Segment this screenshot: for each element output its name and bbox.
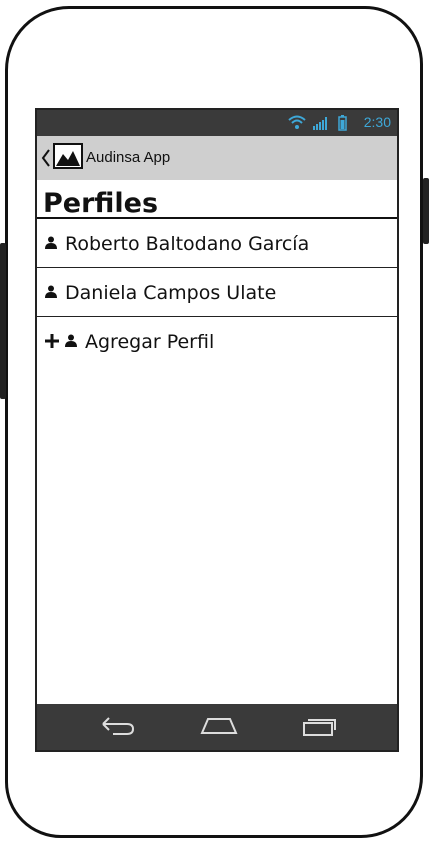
add-profile-item[interactable]: Agregar Perfil: [37, 317, 397, 366]
add-profile-label: Agregar Perfil: [85, 331, 215, 353]
user-icon: [45, 285, 57, 298]
app-title: Audinsa App: [86, 149, 171, 166]
status-icons: [288, 115, 347, 131]
user-icon: [65, 334, 77, 347]
user-icon: [45, 236, 57, 249]
profile-list: Roberto Baltodano García Daniela Campos …: [37, 219, 397, 366]
device-screen: 2:30 Audinsa App Perfiles Roberto Baltod…: [35, 108, 399, 752]
chevron-left-icon[interactable]: [41, 148, 51, 168]
list-item-profile-2[interactable]: Daniela Campos Ulate: [37, 268, 397, 317]
back-nav-icon[interactable]: [99, 714, 137, 738]
navigation-bar: [37, 704, 397, 750]
action-bar: Audinsa App: [37, 136, 397, 180]
status-time: 2:30: [363, 114, 391, 130]
power-button: [423, 178, 429, 244]
image-icon[interactable]: [53, 143, 83, 169]
page-title: Perfiles: [43, 188, 159, 219]
battery-icon: [338, 115, 347, 131]
signal-icon: [313, 117, 327, 130]
plus-icon: [45, 334, 59, 348]
profile-name: Roberto Baltodano García: [65, 233, 310, 255]
recents-nav-icon[interactable]: [301, 714, 337, 738]
wifi-icon: [288, 115, 306, 129]
status-bar: 2:30: [37, 110, 397, 136]
volume-button: [0, 243, 6, 399]
home-nav-icon[interactable]: [199, 714, 239, 738]
list-item-profile-1[interactable]: Roberto Baltodano García: [37, 219, 397, 268]
profile-name: Daniela Campos Ulate: [65, 282, 277, 304]
